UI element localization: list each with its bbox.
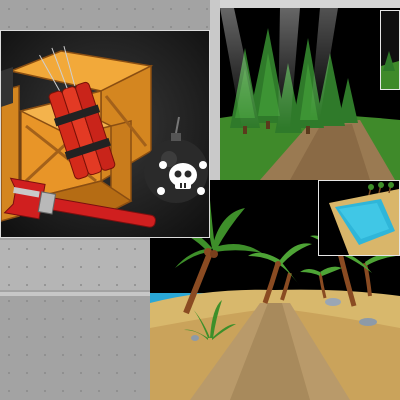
separator-top xyxy=(220,0,400,8)
background-divider xyxy=(0,292,150,296)
separator-vertical xyxy=(210,0,220,180)
forest-inset-screenshot xyxy=(380,10,400,90)
forest-scene-screenshot xyxy=(220,8,400,180)
props-scene-screenshot xyxy=(0,30,210,238)
background-panel-top-left xyxy=(0,0,220,30)
water-inset-screenshot xyxy=(318,180,400,256)
background-panel-mid xyxy=(0,240,150,290)
